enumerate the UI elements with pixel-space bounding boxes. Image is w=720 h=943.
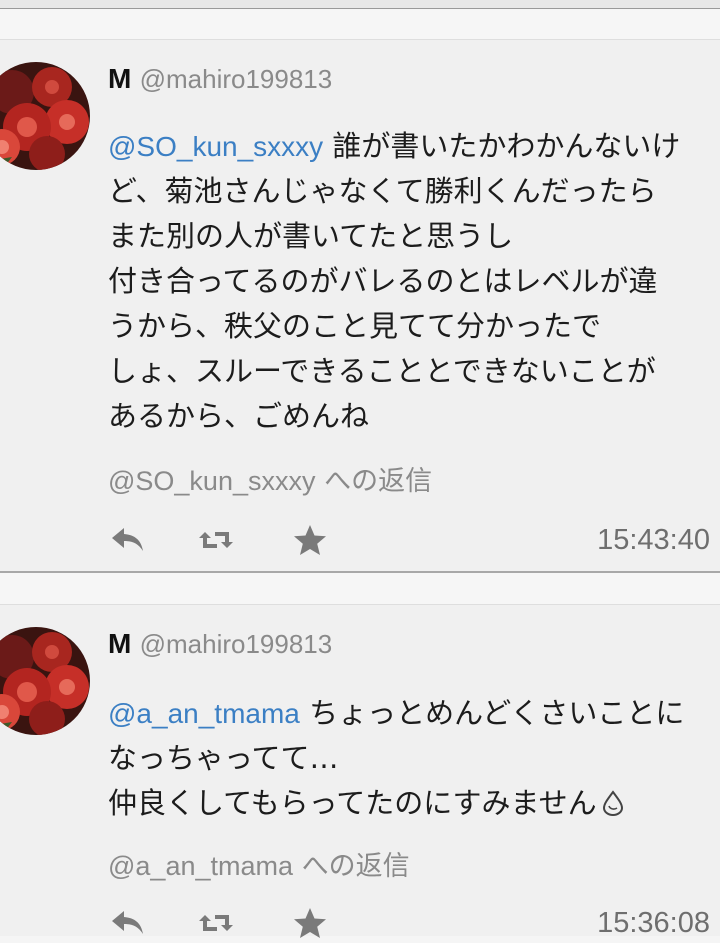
card-gap: [0, 9, 720, 39]
text-segment: 仲良くしてもらってたのにすみません: [108, 786, 597, 820]
tweet-actions: 15:36:08: [108, 903, 710, 943]
display-name[interactable]: M: [108, 63, 131, 94]
author-line: M @mahiro199813: [108, 62, 332, 97]
tweet-text-line: 付き合ってるのがバレるのとはレベルが違: [108, 264, 658, 298]
tweet-text-line: @SO_kun_sxxxy 誰が書いたかわかんないけ: [108, 124, 720, 169]
favorite-button[interactable]: [290, 520, 330, 560]
avatar[interactable]: [0, 62, 90, 170]
tweet-text-line: ど、菊池さんじゃなくて勝利くんだったら: [108, 174, 657, 208]
tweet-text-line: しょ、スルーできることとできないことが: [108, 354, 656, 388]
tweet-text-line: 仲良くしてもらってたのにすみません: [108, 781, 720, 826]
retweet-icon: [199, 532, 233, 548]
retweet-button[interactable]: [196, 520, 236, 560]
reply-to-suffix: への返信: [315, 466, 433, 497]
tweet-text: @a_an_tmama ちょっとめんどくさいことに なっちゃってて… 仲良くして…: [108, 691, 720, 826]
mention-link[interactable]: @a_an_tmama: [108, 698, 300, 729]
reply-to-handle: @SO_kun_sxxxy: [108, 466, 316, 496]
tweet-text: @SO_kun_sxxxy 誰が書いたかわかんないけ ど、菊池さんじゃなくて勝利…: [108, 124, 720, 439]
author-line: M @mahiro199813: [108, 627, 332, 662]
reply-button[interactable]: [108, 520, 148, 560]
retweet-button[interactable]: [196, 903, 236, 943]
rose-avatar-image: [0, 627, 90, 735]
reply-to-handle: @a_an_tmama: [108, 851, 294, 881]
tweet-text-line: また別の人が書いてたと思うし: [108, 219, 514, 253]
reply-to-suffix: への返信: [293, 851, 410, 882]
user-handle[interactable]: @mahiro199813: [140, 64, 333, 94]
star-icon: [294, 908, 326, 938]
tweet-timestamp[interactable]: 15:43:40: [597, 520, 710, 560]
text-segment: 誰が書いたかわかんないけ: [323, 129, 681, 163]
tweet-text-line: なっちゃってて…: [108, 741, 339, 775]
tweet-text-line: あるから、ごめんね: [108, 399, 370, 433]
reply-icon: [112, 911, 143, 934]
reply-icon: [112, 528, 143, 551]
tweet-card[interactable]: M @mahiro199813 @SO_kun_sxxxy 誰が書いたかわかんな…: [0, 39, 720, 571]
tweet-card[interactable]: M @mahiro199813 @a_an_tmama ちょっとめんどくさいこと…: [0, 604, 720, 939]
star-icon: [294, 525, 326, 555]
mention-link[interactable]: @SO_kun_sxxxy: [108, 131, 323, 162]
reply-button[interactable]: [108, 903, 148, 943]
display-name[interactable]: M: [108, 628, 131, 659]
card-gap: [0, 573, 720, 604]
rose-avatar-image: [0, 62, 90, 170]
top-divider: [0, 0, 720, 9]
user-handle[interactable]: @mahiro199813: [140, 629, 333, 659]
avatar[interactable]: [0, 627, 90, 735]
tweet-actions: 15:43:40: [108, 520, 710, 560]
text-segment: ちょっとめんどくさいことに: [299, 696, 685, 730]
tweet-text-line: @a_an_tmama ちょっとめんどくさいことに: [108, 691, 720, 736]
retweet-icon: [199, 915, 233, 931]
sweat-drop-emoji-icon: [602, 790, 623, 816]
reply-to-label[interactable]: @a_an_tmama への返信: [108, 849, 410, 884]
reply-to-label[interactable]: @SO_kun_sxxxy への返信: [108, 464, 432, 499]
favorite-button[interactable]: [290, 903, 330, 943]
tweet-text-line: うから、秩父のこと見てて分かったで: [108, 309, 602, 343]
tweet-timestamp[interactable]: 15:36:08: [597, 903, 710, 943]
